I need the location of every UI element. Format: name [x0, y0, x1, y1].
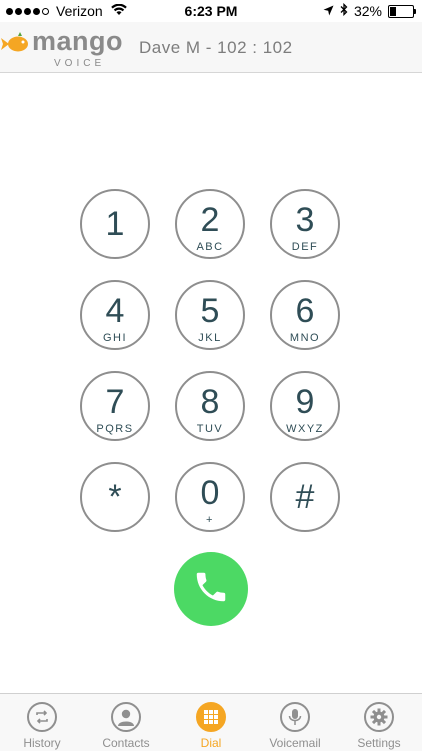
dial-key[interactable]: # [270, 462, 340, 532]
dial-key-letters: DEF [291, 241, 319, 253]
tab-bar: History Contacts Dial Voicemail Settings [0, 693, 422, 751]
settings-icon [364, 702, 394, 732]
dial-key[interactable]: 9 WXYZ [270, 371, 340, 441]
dial-key[interactable]: 7 PQRS [80, 371, 150, 441]
tab-label: Settings [357, 736, 401, 750]
dial-key-digit: 2 [200, 201, 220, 239]
dial-key[interactable]: 4 GHI [80, 280, 150, 350]
dial-key-letters: + [206, 514, 214, 526]
phone-icon [192, 568, 230, 611]
dial-key[interactable]: 3 DEF [270, 189, 340, 259]
tab-label: Contacts [102, 736, 150, 750]
dial-key[interactable]: 8 TUV [175, 371, 245, 441]
dial-key-letters: GHI [102, 332, 128, 344]
tab-history[interactable]: History [0, 694, 84, 751]
dial-key-letters: WXYZ [286, 423, 324, 435]
tab-dial[interactable]: Dial [169, 694, 253, 751]
call-button[interactable] [174, 552, 248, 626]
dial-key[interactable]: 5 JKL [175, 280, 245, 350]
dial-key-digit: 3 [295, 201, 315, 239]
contacts-icon [111, 702, 141, 732]
tab-voicemail[interactable]: Voicemail [253, 694, 337, 751]
dial-key-digit: 6 [295, 292, 315, 330]
dial-key-letters: PQRS [96, 423, 134, 435]
dial-key-digit: # [295, 478, 315, 516]
dial-key-digit: 1 [105, 205, 125, 243]
dial-key-digit: 7 [105, 383, 125, 421]
voicemail-icon [280, 702, 310, 732]
dial-key-digit: 0 [200, 474, 220, 512]
dial-key-letters: ABC [196, 241, 224, 253]
dial-key-digit: * [108, 478, 122, 516]
dial-key-letters: MNO [289, 332, 321, 344]
dial-key-digit: 9 [295, 383, 315, 421]
dial-key[interactable]: 1 [80, 189, 150, 259]
dial-key[interactable]: * [80, 462, 150, 532]
tab-label: History [23, 736, 61, 750]
dial-key-digit: 4 [105, 292, 125, 330]
tab-label: Voicemail [269, 736, 321, 750]
dial-key[interactable]: 2 ABC [175, 189, 245, 259]
dialpad-icon [196, 702, 226, 732]
tab-contacts[interactable]: Contacts [84, 694, 168, 751]
dial-key-digit: 5 [200, 292, 220, 330]
dial-key[interactable]: 6 MNO [270, 280, 340, 350]
dial-key-letters: JKL [198, 332, 222, 344]
tab-label: Dial [200, 736, 222, 750]
dial-key-digit: 8 [200, 383, 220, 421]
dial-key[interactable]: 0 + [175, 462, 245, 532]
tab-settings[interactable]: Settings [337, 694, 421, 751]
dial-key-letters: TUV [196, 423, 224, 435]
history-icon [27, 702, 57, 732]
